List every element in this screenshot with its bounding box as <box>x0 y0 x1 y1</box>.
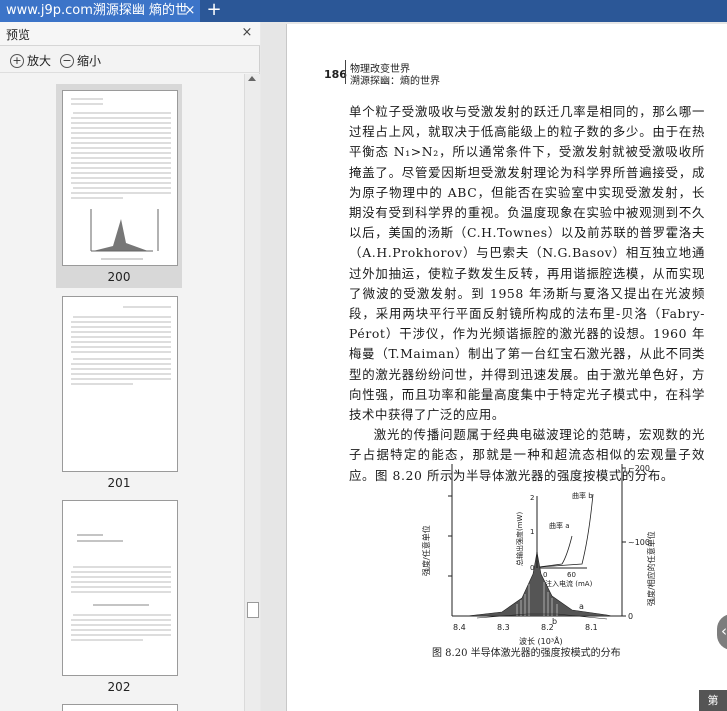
inset-x-label: 注入电流 (mA) <box>545 579 593 588</box>
paragraph: 单个粒子受激吸收与受激发射的跃迁几率是相同的，那么哪一过程占上风，就取决于低高能… <box>349 104 705 423</box>
thumbnail-page-201[interactable]: 201 <box>56 296 182 496</box>
zoom-out-label: 缩小 <box>77 54 102 68</box>
thumbnail-image <box>62 90 178 266</box>
corner-badge[interactable]: 第 <box>699 690 727 711</box>
sidebar-toolbar: + 放大 − 缩小 <box>0 47 260 73</box>
sidebar-close-icon[interactable]: × <box>240 25 254 40</box>
document-tab[interactable]: www.j9p.com溯源探幽 熵的世 <box>0 0 200 22</box>
scrollbar-thumb[interactable] <box>247 602 259 618</box>
thumbnail-scrollbar[interactable] <box>244 74 260 711</box>
thumbnail-label: 202 <box>107 680 131 694</box>
chevron-left-icon: ‹ <box>721 622 727 640</box>
inset-y-label: 总输出强度(mW) <box>515 512 524 566</box>
inset-curve-b-label: 曲率 b <box>572 491 593 500</box>
inset-x-tick: 0 <box>543 571 547 579</box>
document-page: 186 物理改变世界 溯源探幽：熵的世界 单个粒子受激吸收与受激发射的跃迁几率是… <box>286 24 727 711</box>
inset-x-tick: 60 <box>567 571 576 579</box>
scroll-up-arrow-icon[interactable] <box>248 76 256 81</box>
thumbnail-list: 200 201 202 <box>0 74 244 711</box>
inset-y-tick: 1 <box>530 528 534 536</box>
body-text: 单个粒子受激吸收与受激发射的跃迁几率是相同的，那么哪一过程占上风，就取决于低高能… <box>349 102 705 486</box>
thumbnail-label: 200 <box>107 270 131 284</box>
tab-bar: www.j9p.com溯源探幽 熵的世 × + <box>0 0 727 22</box>
close-tab-icon[interactable]: × <box>183 4 197 18</box>
preview-sidebar: 预览 × + 放大 − 缩小 200 201 202 <box>0 22 260 711</box>
zoom-in-label: 放大 <box>27 54 52 68</box>
thumbnail-preview <box>71 534 171 641</box>
thumbnail-preview <box>71 98 171 260</box>
zoom-in-button[interactable]: + 放大 <box>10 52 51 69</box>
thumbnail-image <box>62 704 178 711</box>
inset-curve-a-label: 曲率 a <box>549 521 570 530</box>
zoom-in-icon: + <box>10 53 24 68</box>
zoom-out-button[interactable]: − 缩小 <box>60 52 101 69</box>
right-tick-label: 0 <box>628 612 633 621</box>
thumbnail-image <box>62 500 178 676</box>
thumbnail-label: 201 <box>107 476 131 490</box>
header-divider <box>345 60 346 84</box>
page-number: 186 <box>324 68 347 81</box>
thumbnail-preview <box>71 306 171 385</box>
x-tick-label: 8.2 <box>541 623 554 632</box>
right-tick-label: ~200 <box>628 464 650 473</box>
sidebar-title: 预览 <box>6 28 31 42</box>
document-viewer[interactable]: 186 物理改变世界 溯源探幽：熵的世界 单个粒子受激吸收与受激发射的跃迁几率是… <box>261 22 727 711</box>
figure-caption: 图 8.20 半导体激光器的强度按模式的分布 <box>432 648 621 659</box>
zoom-out-icon: − <box>60 53 74 68</box>
thumbnail-image <box>62 296 178 472</box>
thumbnail-page-next[interactable] <box>56 704 182 711</box>
right-axis-label: 强度/相应的任意单位 <box>646 531 656 606</box>
document-tab-title: www.j9p.com溯源探幽 熵的世 <box>6 3 189 18</box>
new-tab-icon[interactable]: + <box>205 0 223 22</box>
thumbnail-page-202[interactable]: 202 <box>56 500 182 700</box>
inset-y-tick: 2 <box>530 494 534 502</box>
x-tick-label: 8.3 <box>497 623 510 632</box>
label-a: a <box>579 602 584 611</box>
x-tick-label: 8.1 <box>585 623 598 632</box>
sidebar-header: 预览 × <box>0 22 260 46</box>
running-header-title: 溯源探幽：熵的世界 <box>350 76 440 87</box>
x-tick-label: 8.4 <box>453 623 466 632</box>
laser-mode-figure: ~200 ~100 0 强度/任意单位 强度/相应的任意单位 2 1 0 0 6… <box>421 464 656 646</box>
inset-curve-a <box>538 535 573 568</box>
thumbnail-page-200[interactable]: 200 <box>56 84 182 288</box>
left-axis-label: 强度/任意单位 <box>421 525 431 576</box>
